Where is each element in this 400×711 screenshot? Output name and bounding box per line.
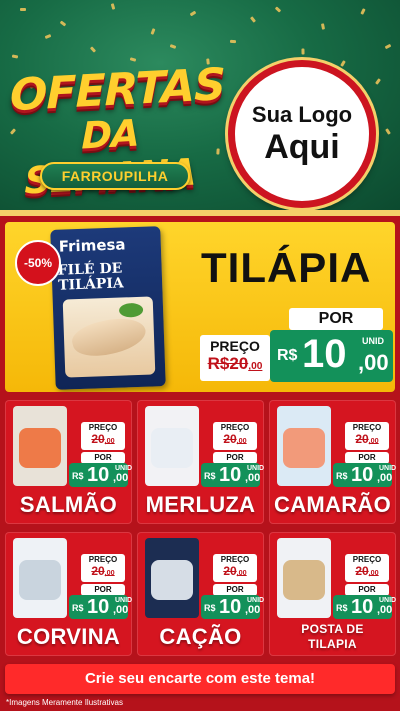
logo-text-line-2: Aqui	[264, 128, 340, 166]
new-price-box: R$ 10 UNID ,00	[201, 595, 264, 619]
price-integer: 10	[302, 332, 347, 376]
old-price: 20,00	[223, 564, 247, 578]
product-image	[277, 406, 331, 486]
old-price-tag: PREÇO 20,00	[213, 554, 257, 582]
unit-label: UNID	[115, 597, 133, 604]
currency-symbol: R$	[204, 471, 216, 481]
preco-label: PREÇO	[220, 423, 250, 432]
pack-product-name: FILÉ DE TILÁPIA	[57, 260, 125, 294]
price-cents: ,00	[113, 604, 129, 616]
product-card[interactable]: PREÇO 20,00 POR R$ 10 UNID ,00 MERLUZA	[137, 400, 264, 524]
product-image	[13, 538, 67, 618]
currency-symbol: R$	[204, 603, 216, 613]
gold-divider	[0, 210, 400, 216]
old-price: 20,00	[223, 432, 247, 446]
product-image	[13, 406, 67, 486]
new-price-box: R$ 10 UNID ,00	[69, 595, 132, 619]
price-integer: 10	[351, 596, 374, 618]
currency-symbol: R$	[72, 603, 84, 613]
price-cents: ,00	[377, 604, 393, 616]
unit-label: UNID	[379, 465, 397, 472]
product-name: CAÇÃO	[159, 624, 242, 649]
product-image	[277, 538, 331, 618]
currency-symbol: R$	[336, 471, 348, 481]
cta-banner[interactable]: Crie seu encarte com este tema!	[5, 664, 395, 694]
old-price-tag: PREÇO 20,00	[213, 422, 257, 450]
preco-label: PREÇO	[352, 555, 382, 564]
logo-placeholder[interactable]: Sua Logo Aqui	[228, 60, 376, 208]
price-integer: 10	[351, 464, 374, 486]
old-price: R$20,00	[207, 354, 263, 373]
discount-badge: -50%	[15, 240, 61, 286]
disclaimer-text: *Imagens Meramente Ilustrativas	[6, 698, 123, 707]
old-price-tag: PREÇO 20,00	[345, 554, 389, 582]
logo-text-line-1: Sua Logo	[251, 102, 353, 127]
product-package-image: Frimesa FILÉ DE TILÁPIA	[50, 226, 166, 390]
old-price-tag: PREÇO 20,00	[345, 422, 389, 450]
product-name: CORVINA	[16, 624, 121, 649]
product-name: CAMARÃO	[274, 492, 391, 517]
new-price-box: R$ 10 UNID ,00	[69, 463, 132, 487]
price-integer: 10	[87, 464, 110, 486]
unit-label: UNID	[115, 465, 133, 472]
old-price: 20,00	[91, 564, 115, 578]
old-price: 20,00	[91, 432, 115, 446]
product-name: MERLUZA	[145, 492, 256, 517]
fish-fillet-image	[62, 296, 156, 378]
product-card[interactable]: PREÇO 20,00 POR R$ 10 UNID ,00 POSTA DE TILAPIA	[269, 532, 396, 656]
preco-label: PREÇO	[352, 423, 382, 432]
unit-label: UNID	[247, 597, 265, 604]
new-price-box: R$ 10 UNID ,00	[270, 330, 393, 382]
unit-label: UNID	[362, 336, 384, 346]
product-image	[145, 538, 199, 618]
price-integer: 10	[219, 596, 242, 618]
price-cents: ,00	[245, 472, 261, 484]
old-price: 20,00	[355, 564, 379, 578]
preco-label: PREÇO	[220, 555, 250, 564]
price-cents: ,00	[377, 472, 393, 484]
new-price-box: R$ 10 UNID ,00	[201, 463, 264, 487]
price-cents: ,00	[245, 604, 261, 616]
new-price-box: R$ 10 UNID ,00	[333, 595, 396, 619]
product-name: POSTA DE TILAPIA	[301, 622, 364, 651]
currency-symbol: R$	[336, 603, 348, 613]
price-cents: ,00	[113, 472, 129, 484]
new-price-box: R$ 10 UNID ,00	[333, 463, 396, 487]
unit-label: UNID	[247, 465, 265, 472]
old-price-tag: PREÇO 20,00	[81, 422, 125, 450]
product-card[interactable]: PREÇO 20,00 POR R$ 10 UNID ,00 CAMARÃO	[269, 400, 396, 524]
price-integer: 10	[219, 464, 242, 486]
por-label: POR	[289, 308, 383, 330]
product-name: SALMÃO	[19, 492, 118, 517]
featured-product-name: TILÁPIA	[201, 244, 372, 291]
price-integer: 10	[87, 596, 110, 618]
featured-offer[interactable]: Frimesa FILÉ DE TILÁPIA -50% TILÁPIA PRE…	[5, 222, 395, 392]
product-card[interactable]: PREÇO 20,00 POR R$ 10 UNID ,00 CORVINA	[5, 532, 132, 656]
old-price-tag: PREÇO R$20,00	[200, 335, 270, 381]
pack-brand: Frimesa	[58, 235, 126, 256]
header-banner: OFERTAS DA SEMANA FARROUPILHA Sua Logo A…	[0, 0, 400, 210]
preco-label: PREÇO	[210, 338, 260, 354]
currency-symbol: R$	[72, 471, 84, 481]
preco-label: PREÇO	[88, 423, 118, 432]
old-price-tag: PREÇO 20,00	[81, 554, 125, 582]
product-image	[145, 406, 199, 486]
city-badge: FARROUPILHA	[40, 162, 190, 190]
preco-label: PREÇO	[88, 555, 118, 564]
price-cents: ,00	[358, 350, 389, 375]
unit-label: UNID	[379, 597, 397, 604]
product-card[interactable]: PREÇO 20,00 POR R$ 10 UNID ,00 CAÇÃO	[137, 532, 264, 656]
old-price: 20,00	[355, 432, 379, 446]
product-card[interactable]: PREÇO 20,00 POR R$ 10 UNID ,00 SALMÃO	[5, 400, 132, 524]
currency-symbol: R$	[277, 347, 298, 364]
